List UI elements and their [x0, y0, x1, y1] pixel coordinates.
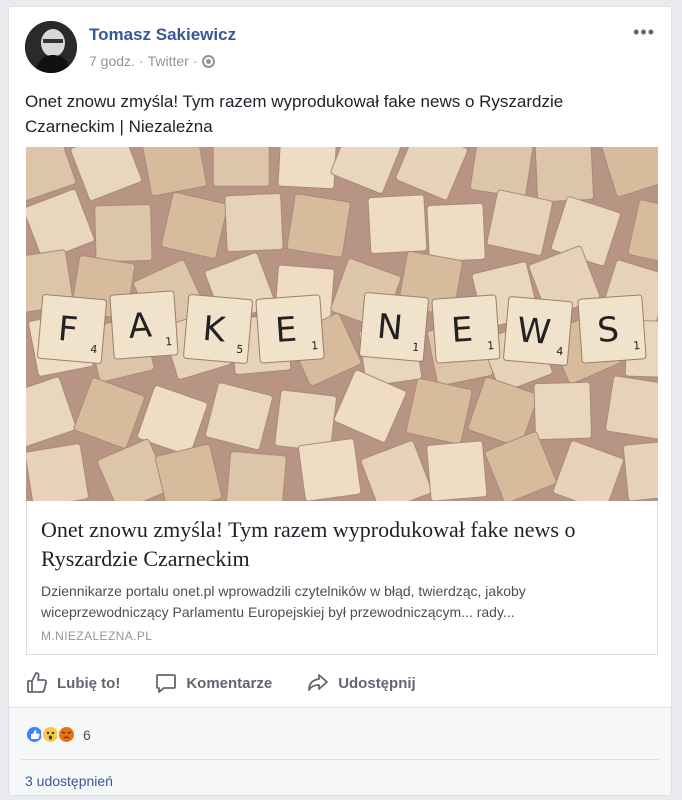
- share-count[interactable]: 3 udostępnień: [25, 773, 113, 789]
- tile-letter: S: [596, 310, 620, 351]
- letter-tile: A1: [109, 290, 179, 360]
- blank-tile: [426, 440, 488, 501]
- post-text: Onet znowu zmyśla! Tym razem wyprodukowa…: [25, 92, 564, 136]
- blank-tile: [224, 193, 284, 253]
- tile-letter: F: [56, 309, 79, 351]
- link-title[interactable]: Onet znowu zmyśla! Tym razem wyprodukowa…: [41, 515, 641, 573]
- blank-tile: [405, 377, 473, 445]
- post-card: Tomasz Sakiewicz 7 godz. · Twitter · •••…: [8, 6, 672, 796]
- tile-score: 1: [165, 335, 173, 348]
- blank-tile: [225, 450, 287, 501]
- blank-tile: [534, 147, 595, 203]
- blank-tile: [160, 191, 228, 259]
- post-meta: 7 godz. · Twitter ·: [89, 53, 215, 69]
- tile-letter: E: [450, 310, 474, 351]
- tile-score: 4: [556, 345, 564, 359]
- link-image[interactable]: F4A1K5E1N1E1W4S1: [26, 147, 658, 501]
- link-domain: M.NIEZALEZNA.PL: [41, 629, 153, 643]
- post-header: Tomasz Sakiewicz 7 godz. · Twitter · •••: [25, 21, 659, 77]
- letter-tile: K5: [183, 294, 253, 364]
- letter-tile: N1: [359, 292, 429, 362]
- reaction-count[interactable]: 6: [83, 727, 91, 743]
- blank-tile: [367, 194, 428, 255]
- angry-icon: [57, 725, 76, 744]
- more-options-icon[interactable]: •••: [633, 23, 655, 41]
- tile-score: 1: [633, 339, 641, 352]
- globe-icon[interactable]: [201, 54, 215, 68]
- blank-tile: [486, 189, 553, 256]
- action-bar: Lubię to! Komentarze Udostępnij: [25, 667, 450, 699]
- like-label: Lubię to!: [57, 674, 121, 692]
- reactions-summary[interactable]: 6: [25, 725, 91, 744]
- share-button[interactable]: Udostępnij: [306, 667, 416, 699]
- post-time[interactable]: 7 godz.: [89, 53, 135, 69]
- letter-tile: E1: [255, 294, 325, 364]
- author-name[interactable]: Tomasz Sakiewicz: [89, 25, 236, 45]
- letter-tile: F4: [37, 294, 107, 364]
- blank-tile: [622, 439, 658, 501]
- letter-tile: E1: [431, 294, 501, 364]
- blank-tile: [277, 147, 338, 190]
- comment-label: Komentarze: [186, 674, 273, 692]
- meta-separator: ·: [138, 53, 144, 69]
- like-button[interactable]: Lubię to!: [25, 667, 120, 699]
- share-arrow-icon: [308, 674, 329, 691]
- blank-tile: [26, 443, 89, 501]
- scrabble-tiles-picture: F 4A 1 K 5 E 1 N 1 E 1 W 4S 1: [26, 147, 658, 501]
- link-preview[interactable]: Onet znowu zmyśla! Tym razem wyprodukowa…: [26, 501, 658, 655]
- blank-tile: [297, 438, 362, 501]
- meta-separator: ·: [192, 53, 198, 69]
- tile-score: 1: [487, 339, 495, 352]
- share-label: Udostępnij: [338, 674, 416, 692]
- avatar[interactable]: [25, 21, 77, 73]
- blank-tile: [533, 381, 592, 441]
- letter-tile: S1: [577, 294, 647, 364]
- tile-score: 4: [90, 343, 98, 357]
- comment-icon: [156, 674, 177, 693]
- blank-tile: [94, 204, 153, 263]
- divider: [21, 759, 659, 760]
- tile-score: 1: [311, 339, 319, 352]
- post-source: Twitter: [147, 53, 189, 69]
- tile-score: 5: [236, 343, 244, 357]
- blank-tile: [212, 147, 270, 187]
- tile-letter: W: [515, 310, 552, 353]
- blank-tile: [426, 202, 486, 262]
- blank-tile: [605, 375, 658, 440]
- link-description: Dziennikarze portalu onet.pl wprowadzili…: [41, 583, 526, 620]
- tile-letter: N: [376, 307, 405, 349]
- thumbs-up-icon: [27, 672, 47, 693]
- letter-tile: W4: [503, 296, 573, 366]
- tile-score: 1: [412, 341, 420, 355]
- tile-letter: A: [127, 306, 153, 348]
- blank-tile: [286, 193, 351, 258]
- comment-button[interactable]: Komentarze: [154, 667, 272, 699]
- tile-letter: E: [274, 310, 298, 351]
